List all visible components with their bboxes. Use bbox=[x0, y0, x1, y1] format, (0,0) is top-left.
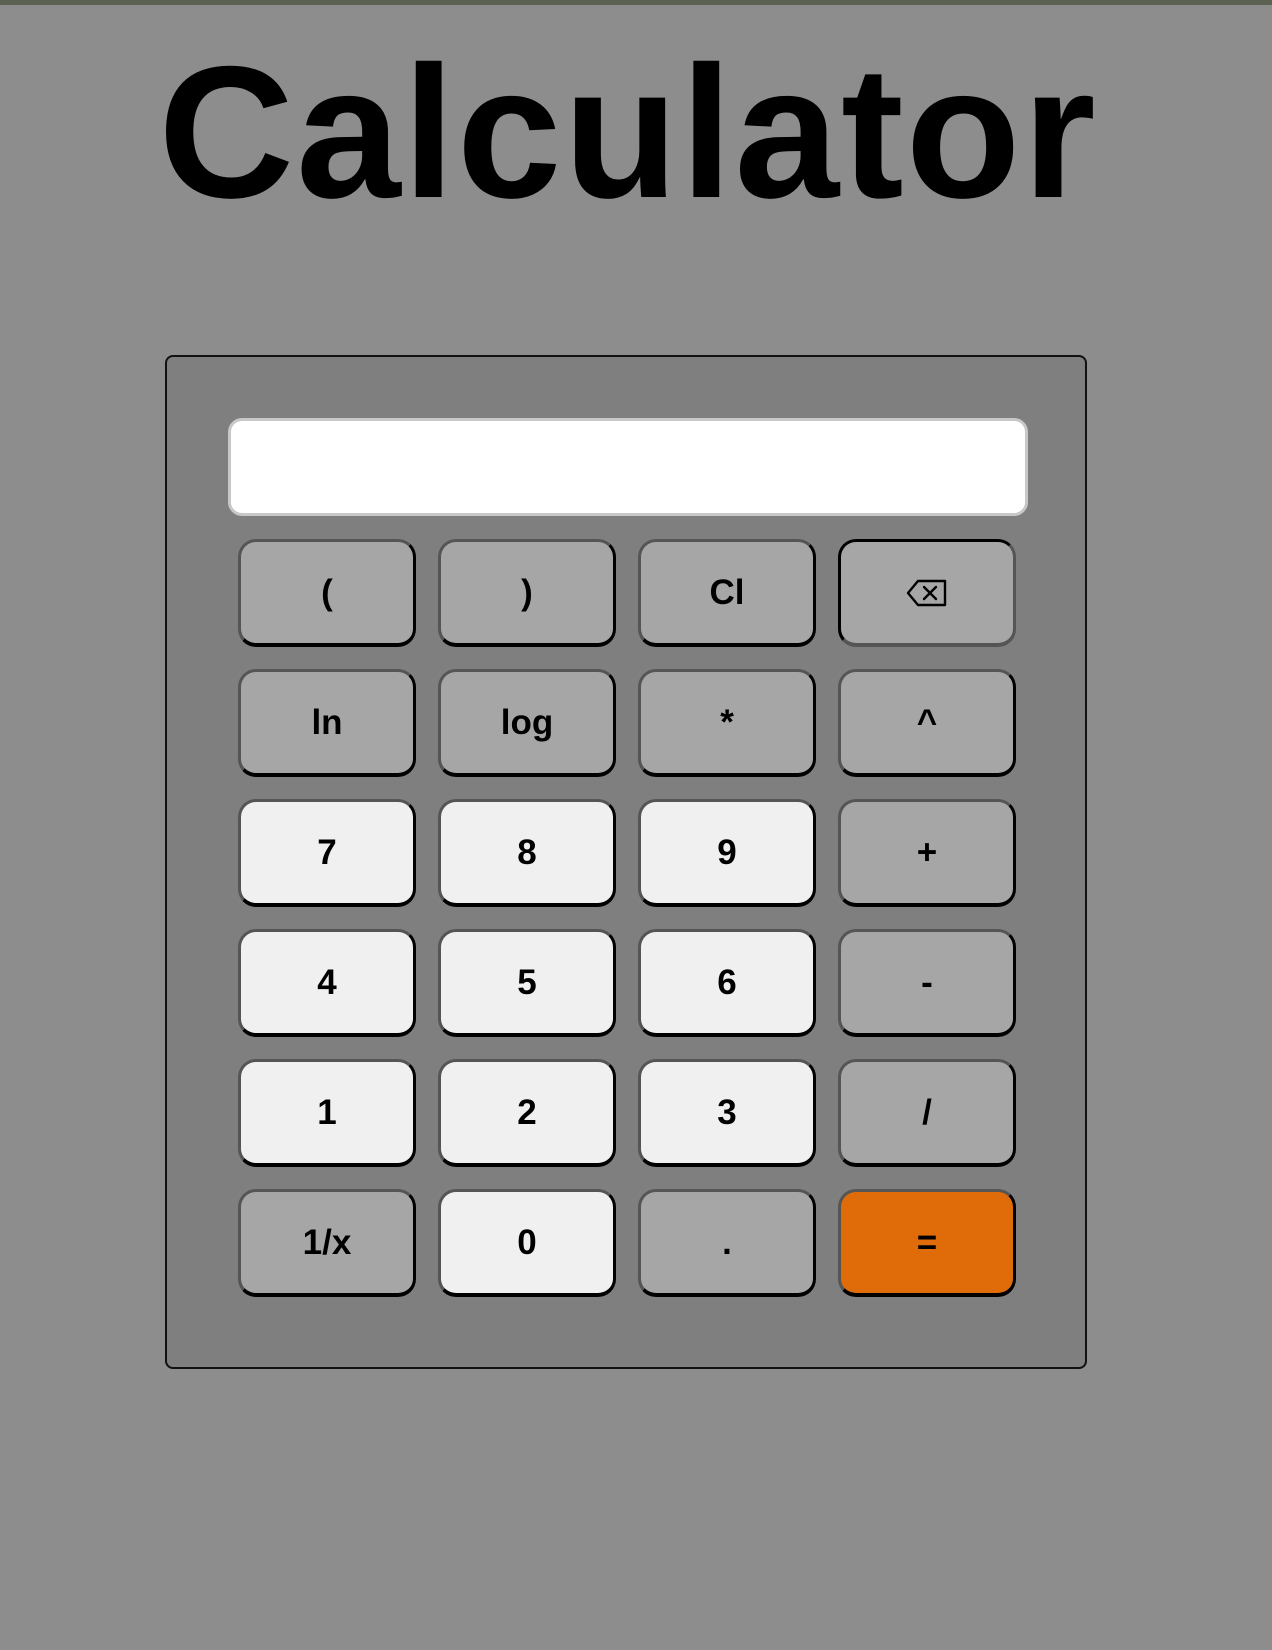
digit-6-button[interactable]: 6 bbox=[638, 929, 816, 1037]
digit-3-button[interactable]: 3 bbox=[638, 1059, 816, 1167]
digit-1-button[interactable]: 1 bbox=[238, 1059, 416, 1167]
minus-button[interactable]: - bbox=[838, 929, 1016, 1037]
equals-button[interactable]: = bbox=[838, 1189, 1016, 1297]
page-title: Calculator bbox=[158, 27, 1098, 237]
top-border bbox=[0, 0, 1272, 5]
backspace-button[interactable] bbox=[838, 539, 1016, 647]
digit-7-button[interactable]: 7 bbox=[238, 799, 416, 907]
open-paren-button[interactable]: ( bbox=[238, 539, 416, 647]
close-paren-button[interactable]: ) bbox=[438, 539, 616, 647]
digit-5-button[interactable]: 5 bbox=[438, 929, 616, 1037]
multiply-button[interactable]: * bbox=[638, 669, 816, 777]
decimal-button[interactable]: . bbox=[638, 1189, 816, 1297]
digit-2-button[interactable]: 2 bbox=[438, 1059, 616, 1167]
divide-button[interactable]: / bbox=[838, 1059, 1016, 1167]
backspace-icon bbox=[906, 579, 947, 606]
digit-8-button[interactable]: 8 bbox=[438, 799, 616, 907]
digit-0-button[interactable]: 0 bbox=[438, 1189, 616, 1297]
digit-4-button[interactable]: 4 bbox=[238, 929, 416, 1037]
calculator-display[interactable] bbox=[228, 418, 1028, 516]
reciprocal-button[interactable]: 1/x bbox=[238, 1189, 416, 1297]
digit-9-button[interactable]: 9 bbox=[638, 799, 816, 907]
ln-button[interactable]: ln bbox=[238, 669, 416, 777]
calculator-body: ( ) Cl ln log * ^ 7 8 9 + 4 5 6 - 1 2 3 … bbox=[165, 355, 1087, 1369]
plus-button[interactable]: + bbox=[838, 799, 1016, 907]
log-button[interactable]: log bbox=[438, 669, 616, 777]
clear-button[interactable]: Cl bbox=[638, 539, 816, 647]
power-button[interactable]: ^ bbox=[838, 669, 1016, 777]
